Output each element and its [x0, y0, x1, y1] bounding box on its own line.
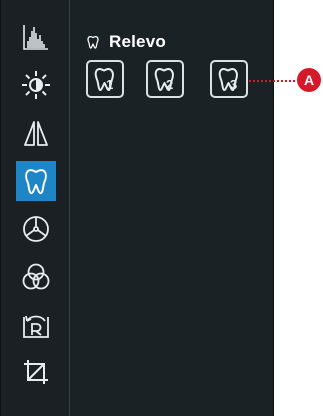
- sharpen-tool-button[interactable]: [16, 113, 56, 153]
- relief-preset-1-button[interactable]: 1: [86, 60, 124, 98]
- panel-title: Relevo: [109, 32, 166, 51]
- crop-tool-button[interactable]: [16, 352, 56, 392]
- preset-number: 2: [166, 77, 174, 92]
- color-channels-tool-button[interactable]: [16, 257, 56, 297]
- color-wheel-icon: [23, 216, 49, 242]
- tool-sidebar: [6, 0, 69, 416]
- toolbar-divider: [69, 0, 70, 416]
- brightness-icon: [22, 71, 50, 99]
- preset-number: 1: [106, 77, 114, 92]
- color-wheel-tool-button[interactable]: [16, 209, 56, 249]
- sharpen-icon: [24, 121, 48, 146]
- relief-options: Relevo 1 2 3: [71, 0, 271, 416]
- brightness-tool-button[interactable]: [16, 65, 56, 105]
- tooth-relief-icon: [25, 169, 47, 195]
- crop-icon: [24, 360, 48, 384]
- image-adjustment-panel: Relevo 1 2 3: [0, 0, 274, 416]
- tooth-icon: [87, 35, 99, 49]
- callout-leader-line: [249, 80, 295, 82]
- tooth-relief-icon: [154, 68, 174, 92]
- histogram-icon: [23, 25, 48, 50]
- callout-badge: A: [297, 68, 321, 92]
- relief-preset-3-button[interactable]: 3: [210, 60, 248, 98]
- tooth-relief-tool-button[interactable]: [16, 161, 56, 201]
- color-channels-icon: [22, 263, 50, 290]
- preset-number: 3: [230, 77, 238, 92]
- tooth-relief-icon: [218, 68, 238, 92]
- tooth-relief-icon: [94, 68, 114, 92]
- panel-header: Relevo: [85, 30, 166, 54]
- histogram-tool-button[interactable]: [16, 17, 56, 57]
- rotate-tool-button[interactable]: [16, 305, 56, 345]
- relief-preset-2-button[interactable]: 2: [146, 60, 184, 98]
- rotate-icon: [23, 315, 49, 338]
